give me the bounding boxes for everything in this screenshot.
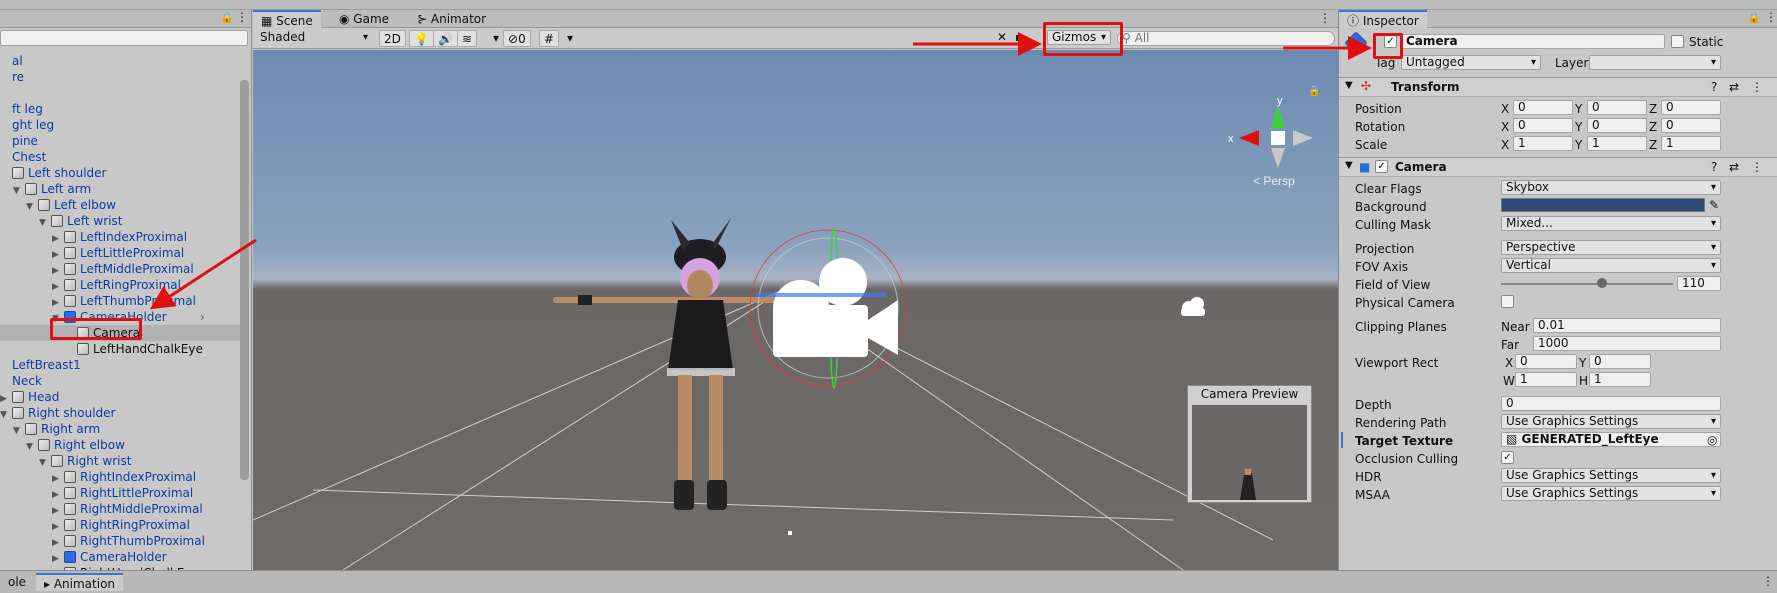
arrow-to-camera-row	[149, 238, 257, 310]
annotation-arrows	[149, 32, 1372, 310]
